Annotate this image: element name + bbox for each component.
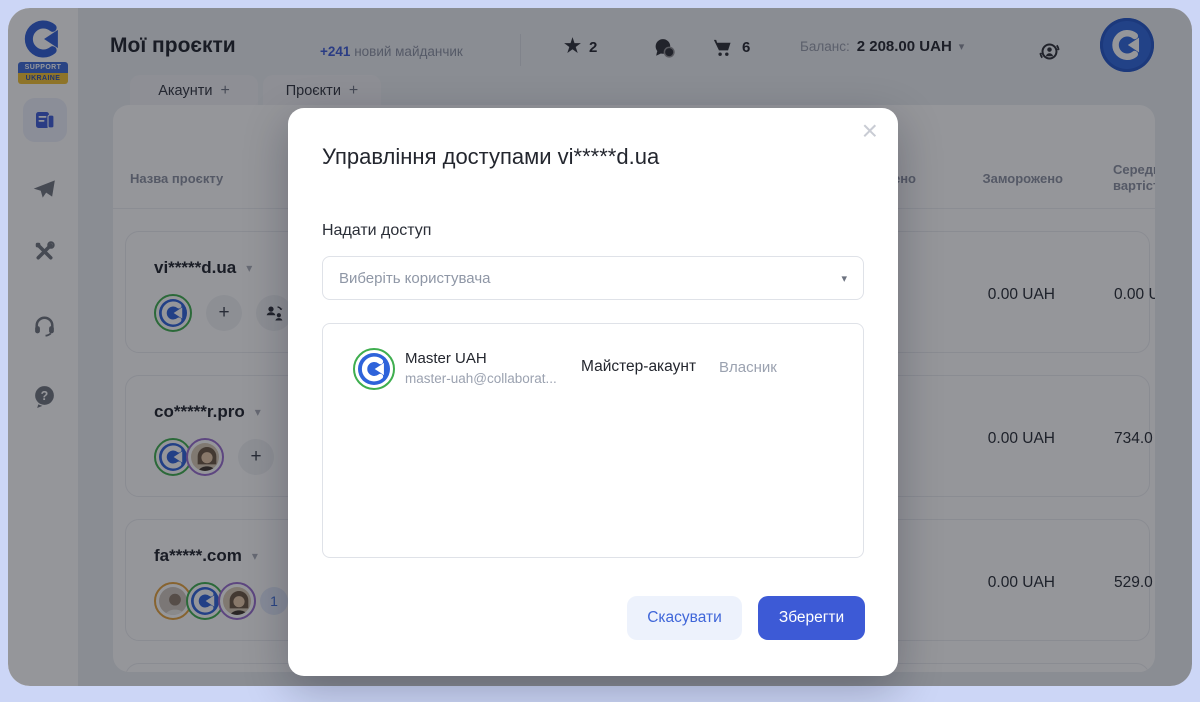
cancel-button[interactable]: Скасувати — [627, 596, 742, 640]
chevron-down-icon: ▾ — [841, 272, 847, 285]
grant-access-label: Надати доступ — [322, 222, 431, 240]
modal-title: Управління доступами vi*****d.ua — [322, 144, 659, 170]
user-email: master-uah@collaborat... — [405, 371, 557, 386]
access-management-modal: × Управління доступами vi*****d.ua Надат… — [288, 108, 898, 676]
user-name: Master UAH — [405, 350, 487, 367]
access-list: Master UAH master-uah@collaborat... Майс… — [322, 323, 864, 558]
user-account-type: Майстер-акаунт — [581, 358, 696, 376]
user-select[interactable]: Виберіть користувача ▾ — [322, 256, 864, 300]
user-role: Власник — [719, 359, 777, 376]
close-icon[interactable]: × — [862, 116, 878, 146]
user-select-placeholder: Виберіть користувача — [339, 270, 841, 287]
avatar-master-account — [353, 348, 395, 390]
save-button[interactable]: Зберегти — [758, 596, 865, 640]
